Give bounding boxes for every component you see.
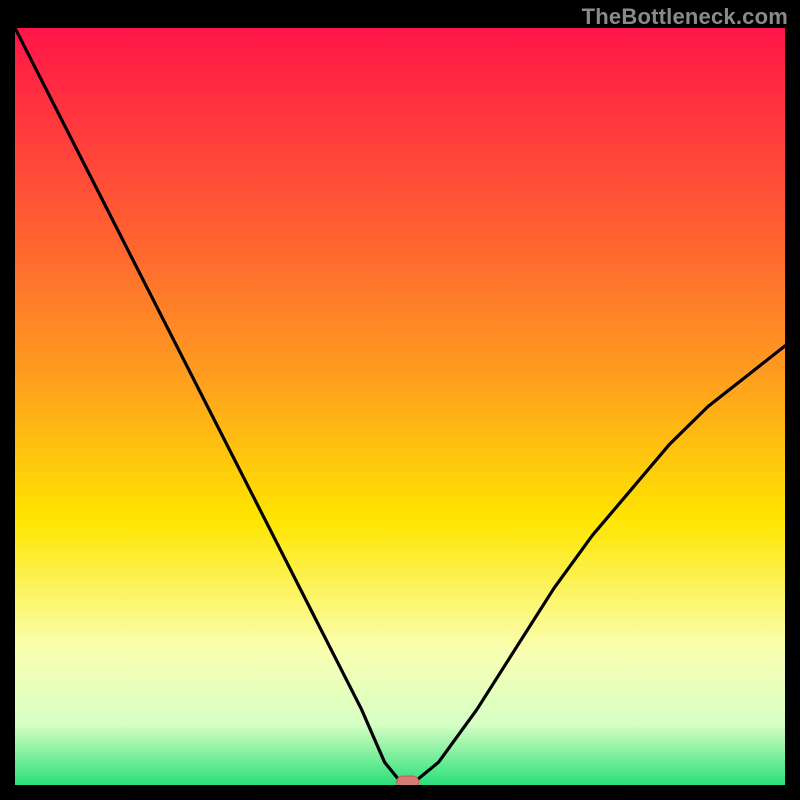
plot-area [15, 28, 785, 785]
chart-svg [15, 28, 785, 785]
gradient-background [15, 28, 785, 785]
watermark-text: TheBottleneck.com [582, 4, 788, 30]
chart-frame: TheBottleneck.com [0, 0, 800, 800]
optimal-marker [397, 776, 419, 785]
